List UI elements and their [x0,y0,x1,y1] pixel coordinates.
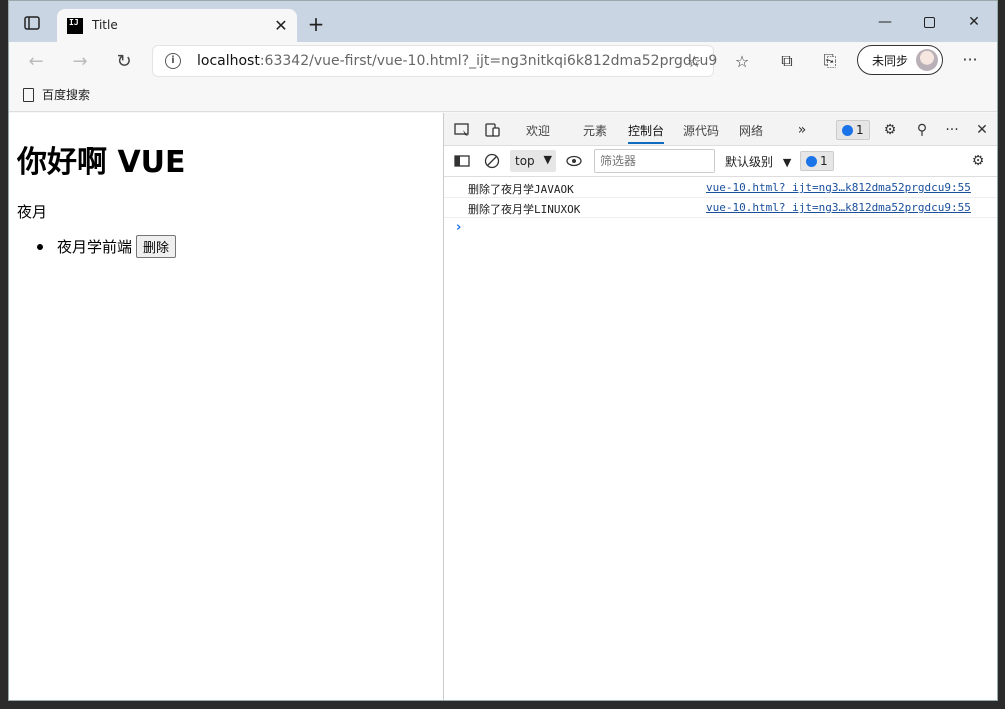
refresh-icon[interactable]: ↻ [111,49,137,73]
devtools-more-icon[interactable]: ··· [942,120,962,140]
settings-icon[interactable]: ⚙ [880,120,900,140]
browser-tab[interactable]: IJ Title ✕ [57,9,297,42]
context-select[interactable]: top ▼ [510,150,556,172]
clear-console-icon[interactable] [482,151,502,171]
tab-network[interactable]: 网络 [739,122,763,139]
tab-welcome[interactable]: 欢迎 [526,122,550,139]
message-icon [806,155,817,167]
tab-actions-icon[interactable] [21,13,43,33]
profile-button[interactable]: 未同步 [857,45,943,75]
forward-icon[interactable]: → [67,49,93,73]
navigation-bar: ← → ↻ i localhost:63342/vue-first/vue-10… [9,42,997,80]
device-emulation-icon[interactable] [483,120,503,140]
more-menu-icon[interactable]: ··· [959,50,981,72]
minimize-icon[interactable]: — [871,9,899,35]
tab-sources[interactable]: 源代码 [683,122,719,139]
live-expression-eye-icon[interactable] [564,151,584,171]
console-prompt[interactable]: › [456,220,461,235]
favorites-icon[interactable]: ☆ [731,50,753,72]
favorite-link[interactable]: 百度搜索 [23,86,90,103]
page-icon [23,87,34,102]
sidebar-toggle-icon[interactable] [452,151,472,171]
source-link[interactable]: vue-10.html? ijt=ng3…k812dma52prgdcu9:55 [706,201,971,214]
avatar [916,49,938,71]
console-message: 删除了夜月学JAVAOK vue-10.html? ijt=ng3…k812dm… [444,178,997,198]
collections-icon[interactable]: ⧉ [776,50,798,72]
address-bar[interactable]: i localhost:63342/vue-first/vue-10.html?… [152,45,717,77]
list-item-label: 夜月学前端 [57,238,133,256]
browser-window: IJ Title ✕ + — ✕ ← → ↻ i localhost:63342… [8,0,998,701]
console-toolbar: top ▼ 默认级别 ▼ 1 ⚙ [444,146,997,177]
source-link[interactable]: vue-10.html? ijt=ng3…k812dma52prgdcu9:55 [706,181,971,194]
url-text[interactable]: localhost:63342/vue-first/vue-10.html?_i… [197,53,717,69]
page-viewport: 你好啊 VUE 夜月 夜月学前端 删除 [9,113,443,700]
title-bar: IJ Title ✕ + — ✕ [9,1,997,42]
log-level-dropdown[interactable]: 默认级别 ▼ [725,153,791,170]
console-message: 删除了夜月学LINUXOK vue-10.html? ijt=ng3…k812d… [444,198,997,218]
tab-elements[interactable]: 元素 [583,122,607,139]
maximize-icon[interactable] [915,9,943,35]
console-settings-icon[interactable]: ⚙ [968,151,988,171]
list-item: 夜月学前端 删除 [36,235,177,258]
name-text: 夜月 [17,203,48,221]
page-title: 你好啊 VUE [17,145,186,180]
delete-button[interactable]: 删除 [136,235,177,258]
message-icon [842,124,853,136]
filter-input[interactable] [594,149,715,173]
close-window-icon[interactable]: ✕ [960,9,988,35]
devtools-tab-bar: 欢迎 元素 控制台 源代码 网络 » 1 ⚙ ⚲ ··· ✕ [444,113,997,146]
chevron-down-icon: ▼ [543,153,552,166]
more-tabs-icon[interactable]: » [792,120,812,140]
chevron-down-icon: ▼ [782,156,792,169]
devtools-panel: 欢迎 元素 控制台 源代码 网络 » 1 ⚙ ⚲ ··· ✕ top ▼ 筛选器… [443,113,997,700]
inspect-icon[interactable] [452,120,472,140]
new-tab-button[interactable]: + [305,12,327,36]
site-info-icon[interactable]: i [165,53,181,69]
message-count-badge[interactable]: 1 [800,151,834,171]
tab-favicon-icon: IJ [67,18,83,34]
add-favorite-icon[interactable]: ☆ [687,52,705,71]
close-devtools-icon[interactable]: ✕ [972,120,992,140]
screenshot-icon[interactable]: ⎘ [819,50,841,72]
item-list: 夜月学前端 删除 [36,235,177,258]
close-tab-icon[interactable]: ✕ [271,15,291,35]
back-icon[interactable]: ← [23,49,49,73]
tab-title: Title [92,18,118,32]
tab-console[interactable]: 控制台 [628,122,665,144]
favorites-bar: 百度搜索 [9,80,997,112]
issues-badge[interactable]: 1 [836,120,870,140]
customize-icon[interactable]: ⚲ [912,120,932,140]
